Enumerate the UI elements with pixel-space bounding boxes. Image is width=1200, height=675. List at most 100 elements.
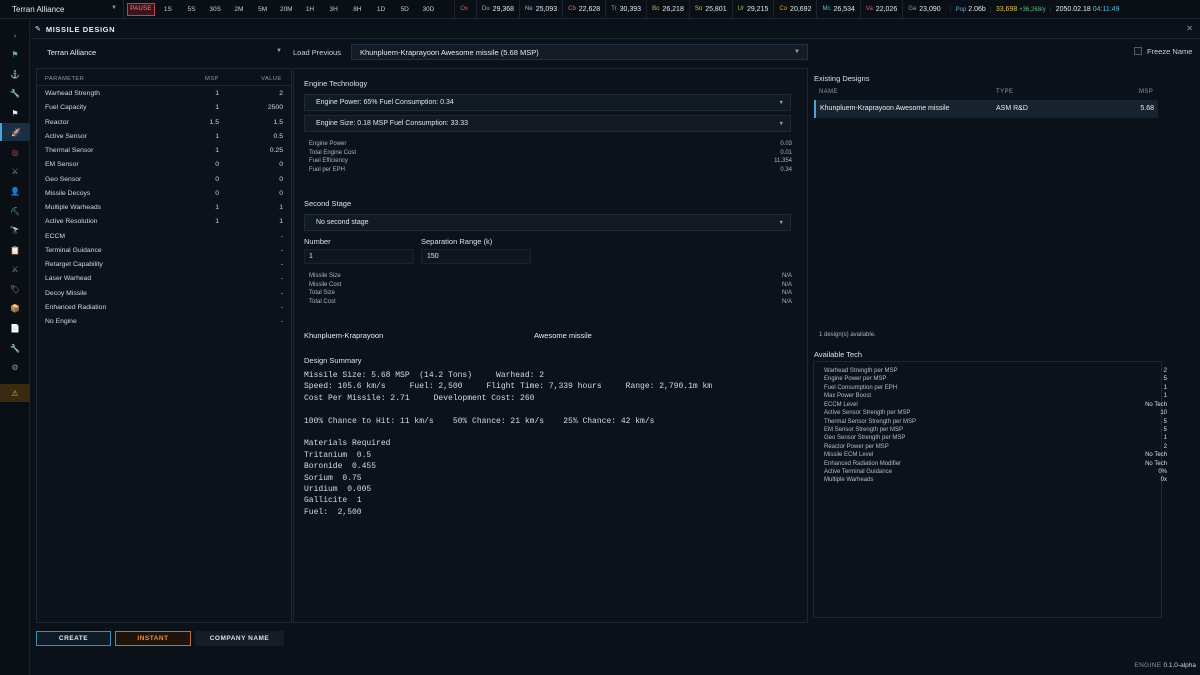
tech-value: No Tech [1145, 460, 1167, 467]
speed-button[interactable]: 30S [203, 6, 227, 13]
resource-abbrev: Ox [460, 6, 468, 12]
parameter-row[interactable]: Thermal Sensor 1 0.25 [37, 144, 291, 158]
missile-name-part2[interactable]: Awesome missile [534, 331, 754, 343]
resource-item: Ne 25,093 [519, 0, 562, 19]
engine-tech-heading: Engine Technology [304, 79, 368, 88]
speed-button[interactable]: 5D [393, 6, 417, 13]
swords-icon[interactable]: ⚔ [0, 162, 30, 180]
warning-icon[interactable]: ⚠ [0, 384, 30, 402]
wrench-icon[interactable]: 🔧 [0, 84, 30, 102]
parameter-row[interactable]: Warhead Strength 1 2 [37, 87, 291, 101]
freeze-name-checkbox[interactable] [1134, 47, 1142, 55]
missile-name-part1[interactable]: Khunpluem-Kraprayoon [304, 331, 524, 343]
create-button[interactable]: CREATE [36, 631, 111, 646]
parameter-name: ECCM [45, 232, 66, 240]
rocket-icon[interactable]: 🚀 [0, 123, 30, 141]
tech-value: 0x [1160, 477, 1167, 484]
chevron-down-icon: ▼ [778, 121, 784, 127]
speed-button[interactable]: 8H [346, 6, 370, 13]
empire-selector[interactable]: Terran Alliance ▼ [0, 0, 124, 19]
clipboard-icon[interactable]: 📋 [0, 241, 30, 259]
existing-design-row[interactable]: Khunpluem-Kraprayoon Awesome missile ASM … [814, 100, 1158, 118]
tech-label: Active Sensor Strength per MSP [824, 410, 911, 417]
parameter-row[interactable]: Active Sensor 1 0.5 [37, 130, 291, 144]
engine-power-select[interactable]: Engine Power: 65% Fuel Consumption: 0.34… [304, 94, 791, 111]
parameter-row[interactable]: Reactor 1.5 1.5 [37, 116, 291, 130]
stat-label: Total Engine Cost [309, 149, 357, 156]
parameter-msp: 1 [215, 104, 219, 112]
parameter-row[interactable]: EM Sensor 0 0 [37, 158, 291, 172]
speed-button[interactable]: 5S [180, 6, 204, 13]
parameter-value: - [280, 261, 283, 268]
expand-chevron-icon[interactable]: › [0, 26, 30, 44]
pennant-icon[interactable]: ⚑ [0, 104, 30, 122]
parameter-row[interactable]: Decoy Missile - [37, 287, 291, 301]
gear-icon[interactable]: ⚙ [0, 358, 30, 376]
person-icon[interactable]: 👤 [0, 182, 30, 200]
pickaxe-icon[interactable]: ⛏ [0, 202, 30, 220]
parameter-row[interactable]: Laser Warhead - [37, 272, 291, 286]
tech-value: No Tech [1145, 401, 1167, 408]
speed-button[interactable]: 1S [156, 6, 180, 13]
engine-size-select[interactable]: Engine Size: 0.18 MSP Fuel Consumption: … [304, 115, 791, 132]
speed-button[interactable]: 30D [417, 6, 441, 13]
resource-item: Co 20,692 [773, 0, 816, 19]
empire-name: Terran Alliance [12, 4, 65, 14]
speed-button[interactable]: 3H [322, 6, 346, 13]
summary-line: Speed: 105.6 km/s Fuel: 2,500 Flight Tim… [304, 382, 713, 392]
tech-label: Thermal Sensor Strength per MSP [824, 418, 917, 425]
separation-range-input[interactable]: 150 [421, 249, 531, 264]
parameter-value: 1 [279, 204, 283, 211]
speed-button[interactable]: 5M [251, 6, 275, 13]
tech-value: 1 [1163, 435, 1167, 442]
resource-item: Du 29,368 [475, 0, 519, 19]
parameter-msp: 0 [215, 161, 219, 169]
speed-button[interactable]: 1H [298, 6, 322, 13]
parameter-msp: 0 [215, 175, 219, 183]
parameter-row[interactable]: Missile Decoys 0 0 [37, 187, 291, 201]
resource-item: Ga 23,090 [902, 0, 945, 19]
crossed-swords-icon[interactable]: ⚔ [0, 260, 30, 278]
parameter-row[interactable]: Geo Sensor 0 0 [37, 173, 291, 187]
anchor-icon[interactable]: ⚓ [0, 65, 30, 83]
flag-icon[interactable]: ⚑ [0, 45, 30, 63]
tech-row: EM Sensor Strength per MSP 5 [824, 427, 1167, 435]
parameter-row[interactable]: Terminal Guidance - [37, 244, 291, 258]
game-date: 2050.02.18 [1055, 5, 1091, 13]
telescope-icon[interactable]: 🔭 [0, 221, 30, 239]
parameter-row[interactable]: No Engine - [37, 315, 291, 329]
resource-item: Mc 26,534 [816, 0, 859, 19]
resource-value: 29,368 [492, 5, 515, 13]
tools-icon[interactable]: 🔧 [0, 339, 30, 357]
resource-abbrev: Mc [822, 6, 831, 12]
speed-button[interactable]: 2M [227, 6, 251, 13]
parameter-row[interactable]: Multiple Warheads 1 1 [37, 201, 291, 215]
load-previous-select[interactable]: Khunpluem-Kraprayoon Awesome missile (5.… [351, 44, 808, 60]
close-icon[interactable]: ✕ [1186, 24, 1193, 33]
parameter-row[interactable]: Retarget Capability - [37, 258, 291, 272]
tag-icon[interactable]: 🏷 [0, 280, 30, 298]
pause-button[interactable]: PAUSE [127, 2, 155, 16]
stat-row: Fuel Efficiency 11.354 [309, 158, 792, 167]
second-stage-select[interactable]: No second stage ▼ [304, 214, 791, 231]
target-icon[interactable]: ◎ [0, 143, 30, 161]
parameter-name: Fuel Capacity [45, 104, 87, 112]
instant-button[interactable]: INSTANT [115, 631, 191, 646]
parameter-value: - [280, 303, 283, 311]
design-empire-select[interactable]: Terran Alliance ▼ [39, 44, 289, 60]
company-name-button[interactable]: COMPANY NAME [195, 631, 284, 646]
number-input[interactable]: 1 [304, 249, 414, 264]
parameter-row[interactable]: ECCM - [37, 230, 291, 244]
package-icon[interactable]: 📦 [0, 299, 30, 317]
parameter-row[interactable]: Enhanced Radiation - [37, 301, 291, 315]
status-readout: Pop 2.06b 33,698 +36,268/y 2050.02.18 04… [949, 5, 1124, 13]
parameter-row[interactable]: Active Resolution 1 1 [37, 215, 291, 229]
tech-label: Engine Power per MSP [824, 376, 887, 383]
speed-button[interactable]: 1D [369, 6, 393, 13]
existing-name-header: NAME [819, 89, 838, 95]
parameter-row[interactable]: Fuel Capacity 1 2500 [37, 101, 291, 115]
document-icon[interactable]: 📄 [0, 319, 30, 337]
parameter-value: - [280, 318, 283, 325]
resource-abbrev: Ne [525, 6, 533, 12]
speed-button[interactable]: 20M [274, 6, 298, 13]
